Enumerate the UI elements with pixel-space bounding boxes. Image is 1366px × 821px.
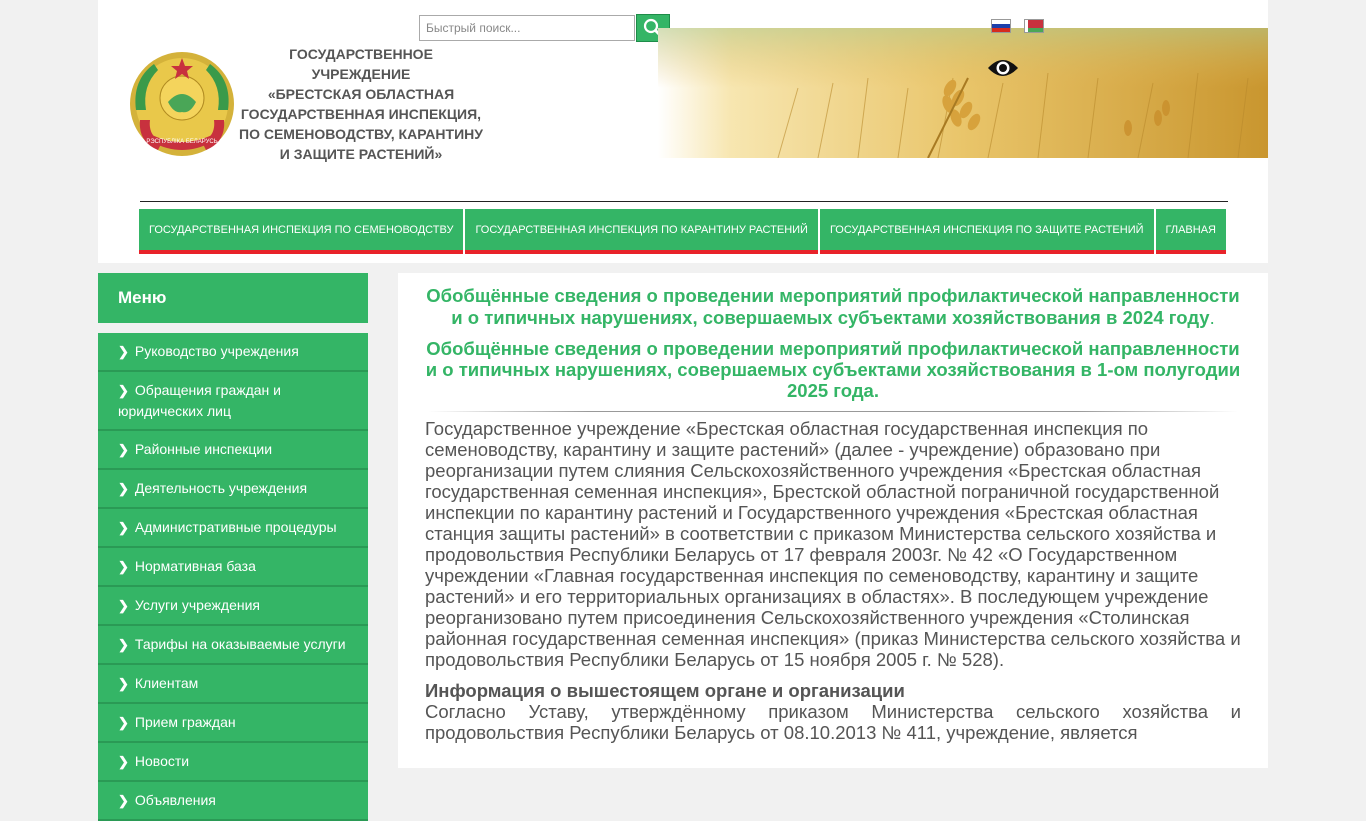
sidebar-item-label: Руководство учреждения (134, 343, 299, 359)
wheat-banner-image (658, 28, 1268, 158)
title-line: УЧРЕЖДЕНИЕ (311, 66, 411, 82)
chevron-right-icon: ❯ (118, 559, 129, 574)
sidebar-menu-title: Меню (98, 273, 368, 323)
sidebar-item-label: Деятельность учреждения (134, 480, 308, 496)
header-divider (140, 201, 1228, 202)
sidebar-item-management[interactable]: ❯ Руководство учреждения (98, 333, 368, 372)
title-line: ПО СЕМЕНОВОДСТВУ, КАРАНТИНУ (239, 126, 483, 142)
sidebar-item-label: Обращения граждан и юридических лиц (118, 382, 281, 419)
chevron-right-icon: ❯ (118, 481, 129, 496)
chevron-right-icon: ❯ (118, 520, 129, 535)
main-content: Обобщённые сведения о проведении меропри… (398, 273, 1268, 768)
sidebar-item-appeals[interactable]: ❯ Обращения граждан и юридических лиц (98, 372, 368, 431)
chevron-right-icon: ❯ (118, 793, 129, 808)
chevron-right-icon: ❯ (118, 637, 129, 652)
sidebar-menu: ❯ Руководство учреждения ❯ Обращения гражд… (98, 333, 368, 821)
sidebar-item-services[interactable]: ❯ Услуги учреждения (98, 587, 368, 626)
sidebar-item-label: Нормативная база (134, 558, 256, 574)
site-header: РЭСПУБЛІКА БЕЛАРУСЬ ГОСУДАРСТВЕННОЕ УЧРЕ… (98, 0, 1268, 263)
charter-paragraph: Согласно Уставу, утверждённому приказом … (425, 701, 1241, 743)
main-navigation: ГОСУДАРСТВЕННАЯ ИНСПЕКЦИЯ ПО СЕМЕНОВОДСТ… (139, 209, 1228, 254)
chevron-right-icon: ❯ (118, 676, 129, 691)
sidebar-item-district-inspections[interactable]: ❯ Районные инспекции (98, 431, 368, 470)
chevron-right-icon: ❯ (118, 754, 129, 769)
sidebar-item-label: Услуги учреждения (134, 597, 261, 613)
nav-item-seed-inspection[interactable]: ГОСУДАРСТВЕННАЯ ИНСПЕКЦИЯ ПО СЕМЕНОВОДСТ… (139, 209, 464, 254)
intro-paragraph: Государственное учреждение «Брестская об… (425, 418, 1241, 670)
belarusian-language-flag-icon[interactable] (1025, 20, 1043, 32)
sidebar-item-tariffs[interactable]: ❯ Тарифы на оказываемые услуги (98, 626, 368, 665)
nav-item-home[interactable]: ГЛАВНАЯ (1155, 209, 1226, 254)
section-heading: Информация о вышестоящем органе и органи… (425, 680, 905, 701)
sidebar-item-clients[interactable]: ❯ Клиентам (98, 665, 368, 704)
eye-icon (988, 60, 1018, 76)
organization-title: ГОСУДАРСТВЕННОЕ УЧРЕЖДЕНИЕ «БРЕСТСКАЯ ОБ… (236, 44, 486, 164)
title-line: ГОСУДАРСТВЕННАЯ ИНСПЕКЦИЯ, (240, 106, 482, 122)
sidebar-item-regulations[interactable]: ❯ Нормативная база (98, 548, 368, 587)
sidebar-item-admin-procedures[interactable]: ❯ Административные процедуры (98, 509, 368, 548)
search-input[interactable] (419, 15, 635, 41)
content-divider (428, 411, 1238, 412)
sidebar-item-label: Новости (134, 753, 190, 769)
sidebar-item-label: Районные инспекции (134, 441, 273, 457)
report-2024-link-text: Обобщённые сведения о проведении меропри… (426, 285, 1240, 328)
sidebar-item-news[interactable]: ❯ Новости (98, 743, 368, 782)
chevron-right-icon: ❯ (118, 715, 129, 730)
russian-language-flag-icon[interactable] (992, 20, 1010, 32)
title-line: ГОСУДАРСТВЕННОЕ (289, 46, 433, 62)
visually-impaired-version-button[interactable] (986, 54, 1020, 82)
sidebar-item-label: Объявления (134, 792, 216, 808)
chevron-right-icon: ❯ (118, 442, 129, 457)
sidebar-item-label: Прием граждан (134, 714, 236, 730)
chevron-right-icon: ❯ (118, 598, 129, 613)
chevron-right-icon: ❯ (118, 344, 129, 359)
sidebar-item-label: Административные процедуры (134, 519, 337, 535)
sidebar-item-label: Тарифы на оказываемые услуги (134, 636, 346, 652)
nav-item-quarantine-inspection[interactable]: ГОСУДАРСТВЕННАЯ ИНСПЕКЦИЯ ПО КАРАНТИНУ Р… (465, 209, 818, 254)
sidebar-item-activity[interactable]: ❯ Деятельность учреждения (98, 470, 368, 509)
emblem-text: РЭСПУБЛІКА БЕЛАРУСЬ (146, 139, 217, 145)
nav-item-plant-protection-inspection[interactable]: ГОСУДАРСТВЕННАЯ ИНСПЕКЦИЯ ПО ЗАЩИТЕ РАСТ… (819, 209, 1154, 254)
sidebar-item-announcements[interactable]: ❯ Объявления (98, 782, 368, 821)
link-trailing-dot: . (1209, 307, 1215, 328)
sidebar-item-label: Клиентам (134, 675, 199, 691)
sidebar-item-citizen-reception[interactable]: ❯ Прием граждан (98, 704, 368, 743)
chevron-right-icon: ❯ (118, 383, 129, 398)
state-emblem-logo[interactable]: РЭСПУБЛІКА БЕЛАРУСЬ (128, 50, 236, 158)
report-2025-h1-link[interactable]: Обобщённые сведения о проведении меропри… (425, 338, 1241, 401)
report-2024-link[interactable]: Обобщённые сведения о проведении меропри… (425, 285, 1241, 329)
title-line: И ЗАЩИТЕ РАСТЕНИЙ» (279, 146, 443, 162)
title-line: «БРЕСТСКАЯ ОБЛАСТНАЯ (267, 86, 455, 102)
